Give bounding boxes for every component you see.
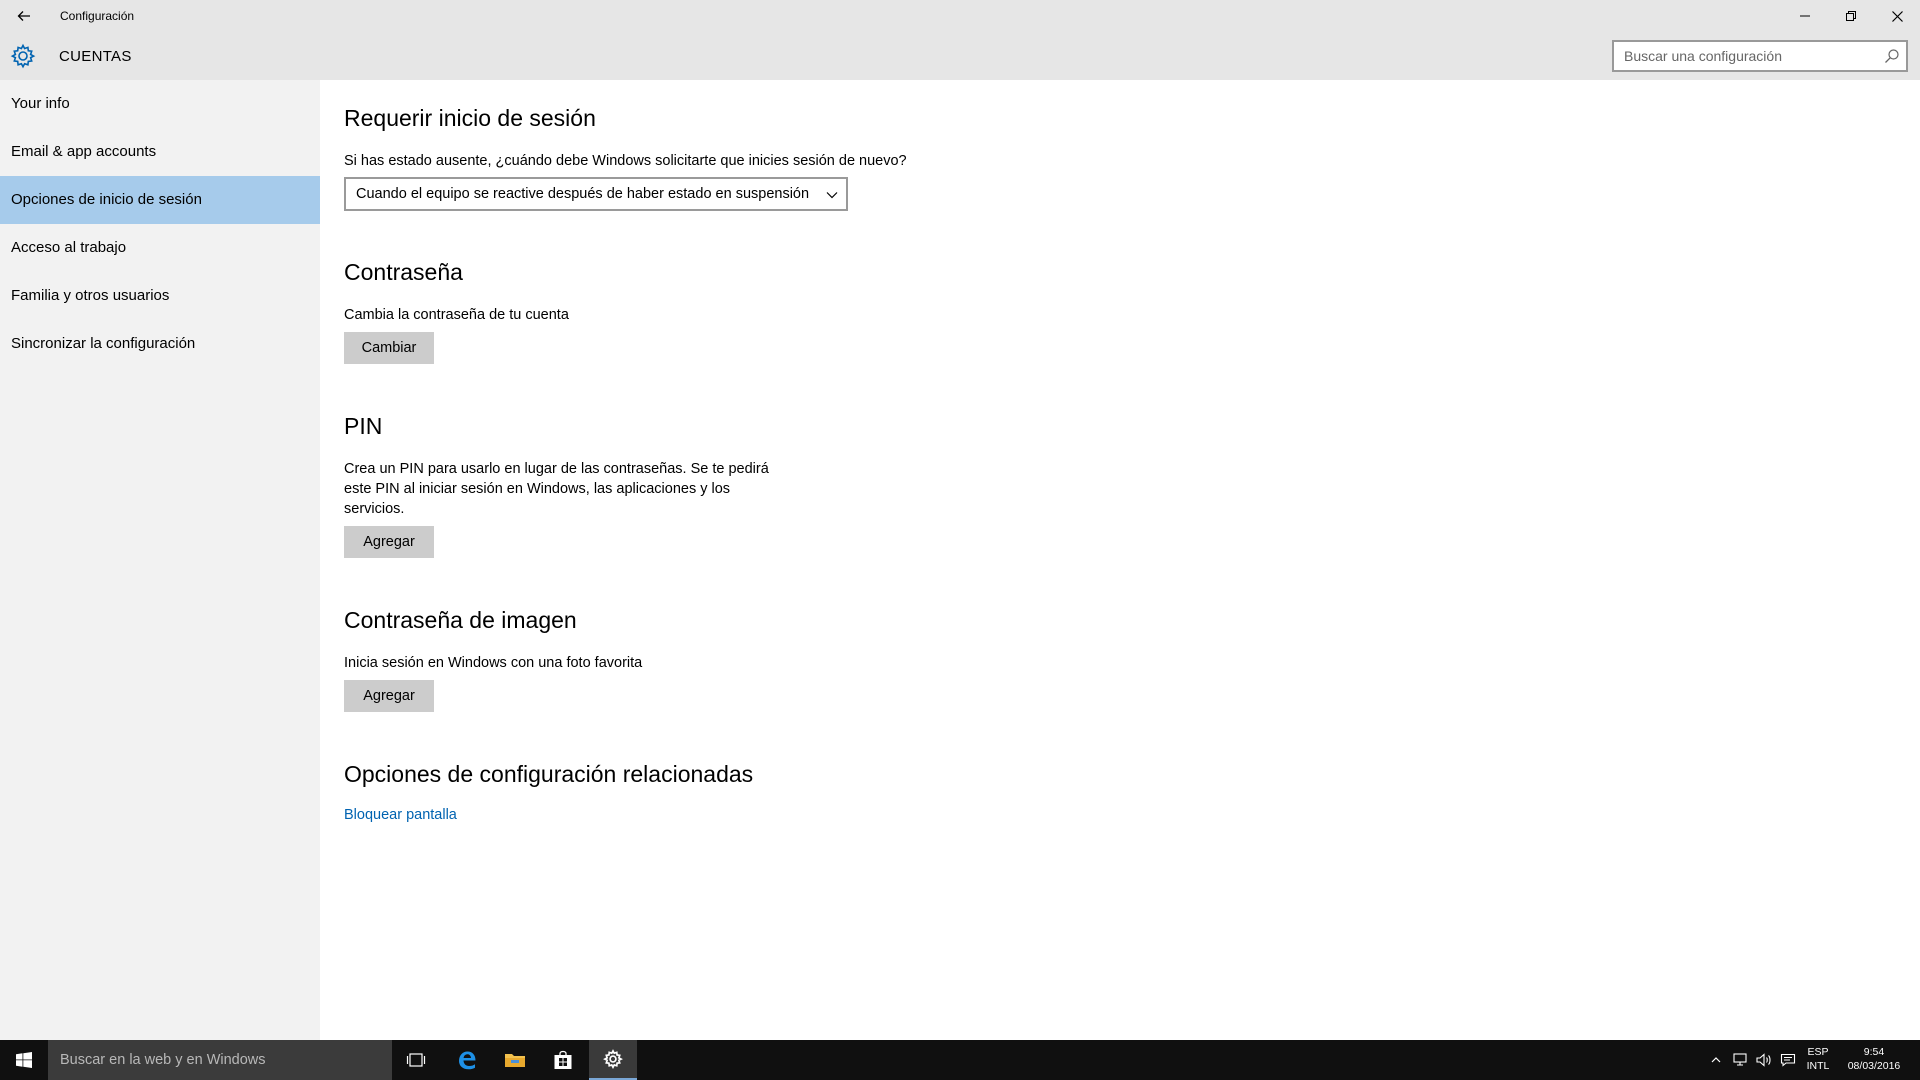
require-signin-question: Si has estado ausente, ¿cuándo debe Wind… xyxy=(344,153,907,169)
volume-button[interactable] xyxy=(1752,1040,1776,1080)
sidebar-item-work-access[interactable]: Acceso al trabajo xyxy=(0,224,320,272)
picture-password-description: Inicia sesión en Windows con una foto fa… xyxy=(344,655,643,671)
settings-search-input[interactable] xyxy=(1614,42,1874,70)
show-hidden-icons-button[interactable] xyxy=(1704,1040,1728,1080)
volume-icon xyxy=(1756,1053,1771,1067)
sidebar-item-label: Email & app accounts xyxy=(11,143,157,160)
task-view-icon xyxy=(406,1053,426,1067)
network-icon xyxy=(1733,1053,1747,1066)
main-content: Requerir inicio de sesión Si has estado … xyxy=(320,80,1920,1040)
store-bag-icon xyxy=(554,1050,572,1069)
lock-screen-link[interactable]: Bloquear pantalla xyxy=(344,807,457,823)
sidebar-item-your-info[interactable]: Your info xyxy=(0,80,320,128)
section-title: CUENTAS xyxy=(59,48,132,65)
sidebar-item-sign-in-options[interactable]: Opciones de inicio de sesión xyxy=(0,176,320,224)
input-language-indicator[interactable]: ESP INTL xyxy=(1800,1045,1836,1073)
settings-search[interactable] xyxy=(1612,40,1908,72)
taskbar-search-placeholder: Buscar en la web y en Windows xyxy=(60,1052,266,1068)
search-icon[interactable] xyxy=(1884,48,1900,64)
edge-browser-button[interactable] xyxy=(443,1040,491,1080)
windows-logo-icon xyxy=(16,1052,32,1068)
pin-heading: PIN xyxy=(344,413,383,439)
require-signin-heading: Requerir inicio de sesión xyxy=(344,105,596,131)
settings-header: CUENTAS xyxy=(0,32,1920,80)
pin-description-line2: este PIN al iniciar sesión en Windows, l… xyxy=(344,481,731,497)
clock-time: 9:54 xyxy=(1863,1046,1885,1058)
add-picture-password-button[interactable]: Agregar xyxy=(344,680,434,712)
taskbar-clock[interactable]: 9:54 08/03/2016 xyxy=(1836,1045,1912,1073)
restore-icon xyxy=(1846,11,1856,21)
keyboard-layout: INTL xyxy=(1806,1060,1830,1072)
password-heading: Contraseña xyxy=(344,259,463,285)
sidebar-item-email-accounts[interactable]: Email & app accounts xyxy=(0,128,320,176)
task-view-button[interactable] xyxy=(392,1040,440,1080)
clock-date: 08/03/2016 xyxy=(1847,1060,1901,1072)
restore-button[interactable] xyxy=(1828,0,1874,32)
taskbar-search-box[interactable]: Buscar en la web y en Windows xyxy=(48,1040,392,1080)
back-button[interactable] xyxy=(8,4,40,28)
dropdown-selected-value: Cuando el equipo se reactive después de … xyxy=(356,186,810,202)
sidebar-item-label: Acceso al trabajo xyxy=(11,239,127,256)
action-center-button[interactable] xyxy=(1776,1040,1800,1080)
edge-browser-icon xyxy=(459,1051,476,1070)
language-code: ESP xyxy=(1807,1046,1829,1058)
sidebar-item-family-users[interactable]: Familia y otros usuarios xyxy=(0,272,320,320)
sidebar-item-sync-settings[interactable]: Sincronizar la configuración xyxy=(0,320,320,368)
taskbar: Buscar en la web y en Windows ESP INTL 9… xyxy=(0,1040,1920,1080)
back-arrow-icon xyxy=(17,11,30,21)
chevron-down-icon xyxy=(826,192,838,199)
change-password-button[interactable]: Cambiar xyxy=(344,332,434,364)
settings-app-button[interactable] xyxy=(589,1040,637,1080)
gear-icon xyxy=(10,43,36,69)
settings-gear-icon xyxy=(603,1049,623,1069)
add-pin-button[interactable]: Agregar xyxy=(344,526,434,558)
sidebar-item-label: Familia y otros usuarios xyxy=(11,287,170,304)
sidebar-item-label: Your info xyxy=(11,95,70,112)
sidebar: Your info Email & app accounts Opciones … xyxy=(0,80,320,1040)
folder-icon xyxy=(505,1054,525,1067)
window-title: Configuración xyxy=(60,9,135,23)
related-settings-heading: Opciones de configuración relacionadas xyxy=(344,761,754,787)
password-description: Cambia la contraseña de tu cuenta xyxy=(344,307,569,323)
start-button[interactable] xyxy=(0,1040,48,1080)
require-signin-dropdown[interactable]: Cuando el equipo se reactive después de … xyxy=(344,177,848,211)
pin-description-line3: servicios. xyxy=(344,501,405,517)
file-explorer-button[interactable] xyxy=(491,1040,539,1080)
network-button[interactable] xyxy=(1728,1040,1752,1080)
close-button[interactable] xyxy=(1874,0,1920,32)
action-center-icon xyxy=(1780,1053,1796,1067)
minimize-icon xyxy=(1800,15,1810,17)
sidebar-item-label: Sincronizar la configuración xyxy=(11,335,196,352)
chevron-up-icon xyxy=(1711,1057,1721,1063)
sidebar-item-label: Opciones de inicio de sesión xyxy=(11,191,202,208)
close-icon xyxy=(1891,10,1903,22)
store-button[interactable] xyxy=(539,1040,587,1080)
title-bar: Configuración xyxy=(0,0,1920,32)
pin-description-line1: Crea un PIN para usarlo en lugar de las … xyxy=(344,461,769,477)
picture-password-heading: Contraseña de imagen xyxy=(344,607,577,633)
minimize-button[interactable] xyxy=(1782,0,1828,32)
